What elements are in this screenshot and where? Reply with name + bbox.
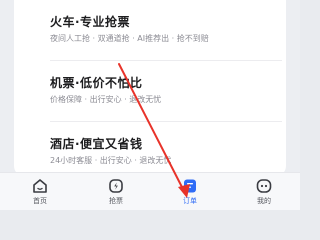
train-ticket-item[interactable]: 火车·专业抢票 夜间人工抢 · 双通道抢 · AI推荐出 · 抢不到赔: [50, 15, 280, 44]
hotel-title: 酒店·便宜又省钱: [50, 137, 143, 151]
tab-grab-ticket[interactable]: 抢票: [94, 177, 138, 205]
profile-icon: [256, 179, 272, 193]
tab-home-label: 首页: [33, 197, 47, 205]
tab-profile[interactable]: 我的: [242, 177, 286, 205]
home-icon: [33, 179, 47, 193]
tab-grab-ticket-label: 抢票: [109, 197, 123, 205]
tab-profile-label: 我的: [257, 197, 271, 205]
tab-orders[interactable]: 订单: [168, 177, 212, 205]
flight-ticket-title: 机票·低价不怕比: [50, 76, 143, 90]
bottom-tab-bar: 首页 抢票 订单 我的: [0, 172, 300, 210]
divider: [50, 121, 282, 122]
train-ticket-subtitle: 夜间人工抢 · 双通道抢 · AI推荐出 · 抢不到赔: [50, 34, 209, 43]
lightning-icon: [109, 179, 123, 193]
flight-ticket-subtitle: 价格保障 · 出行安心 · 退改无忧: [50, 95, 162, 104]
order-icon: [184, 179, 196, 193]
hotel-subtitle: 24小时客服 · 出行安心 · 退改无忧: [50, 156, 172, 165]
flight-ticket-item[interactable]: 机票·低价不怕比 价格保障 · 出行安心 · 退改无忧: [50, 76, 280, 105]
tab-orders-label: 订单: [183, 197, 197, 205]
divider: [50, 60, 282, 61]
hotel-item[interactable]: 酒店·便宜又省钱 24小时客服 · 出行安心 · 退改无忧: [50, 137, 280, 166]
screen: 火车·专业抢票 夜间人工抢 · 双通道抢 · AI推荐出 · 抢不到赔 机票·低…: [0, 0, 300, 210]
train-ticket-title: 火车·专业抢票: [50, 15, 131, 29]
tab-home[interactable]: 首页: [18, 177, 62, 205]
